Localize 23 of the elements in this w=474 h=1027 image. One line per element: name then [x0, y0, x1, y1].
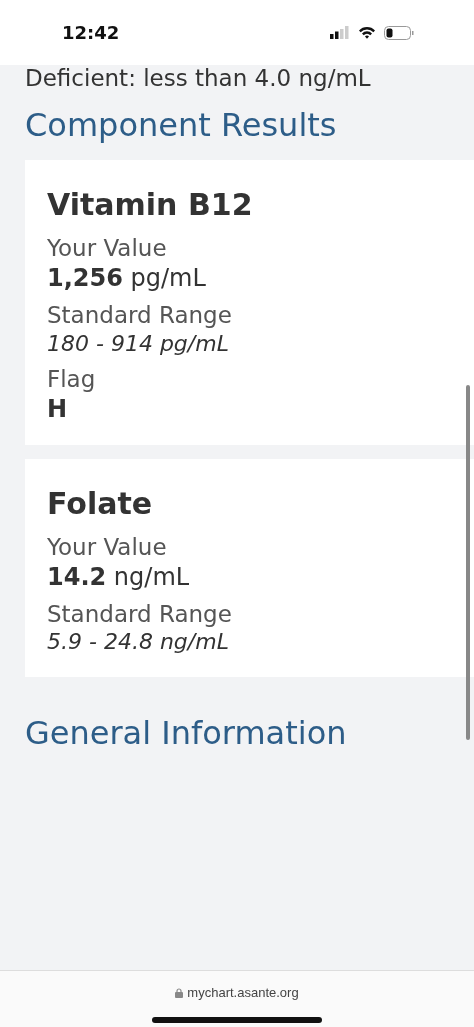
home-indicator[interactable] — [152, 1016, 322, 1023]
clock-time: 12:42 — [62, 21, 120, 45]
field-label: Standard Range — [47, 301, 233, 330]
result-value: 14.2 ng/mL — [47, 561, 191, 593]
signal-icon — [330, 26, 350, 39]
section-heading: Component Results — [25, 104, 338, 146]
field-label: Your Value — [47, 533, 168, 562]
reference-range-text: Deficient: less than 4.0 ng/mL — [24, 65, 372, 93]
result-value: 1,256 pg/mL — [47, 262, 207, 294]
wifi-icon — [358, 26, 376, 39]
standard-range: 5.9 - 24.8 ng/mL — [47, 628, 230, 657]
battery-icon — [384, 25, 414, 40]
field-label: Standard Range — [47, 600, 233, 629]
component-name: Folate — [47, 484, 154, 523]
address-bar-url[interactable]: mychart.asante.org — [187, 983, 299, 1003]
field-label: Flag — [47, 366, 97, 394]
section-heading: General Information — [25, 712, 348, 754]
component-name: Vitamin B12 — [47, 186, 254, 225]
standard-range: 180 - 914 pg/mL — [47, 329, 230, 358]
scrollbar[interactable] — [466, 385, 470, 740]
flag-value: H — [47, 393, 69, 425]
field-label: Your Value — [47, 235, 168, 263]
lock-icon — [175, 987, 184, 998]
